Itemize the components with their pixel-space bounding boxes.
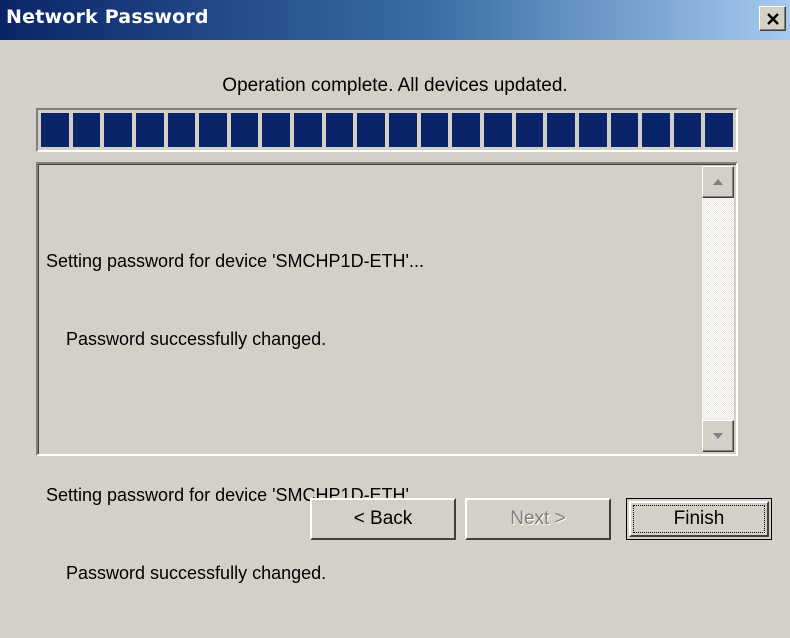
log-line: Setting password for device 'SMCHP1D-ETH… xyxy=(46,251,424,271)
progress-segment xyxy=(294,113,322,147)
log-text: Setting password for device 'SMCHP1D-ETH… xyxy=(46,196,696,638)
progress-segment xyxy=(483,113,512,147)
progress-segment xyxy=(547,113,575,147)
scroll-down-arrow-icon xyxy=(713,433,723,439)
log-line: Password successfully changed. xyxy=(46,563,327,583)
finish-button[interactable]: Finish xyxy=(626,498,772,540)
log-line: Password successfully changed. xyxy=(46,329,327,349)
scroll-up-arrow-icon xyxy=(713,179,723,185)
progress-segment xyxy=(452,113,480,147)
progress-segment xyxy=(135,113,164,147)
vertical-scrollbar[interactable] xyxy=(702,166,734,452)
progress-segment xyxy=(705,113,734,147)
close-icon xyxy=(766,12,779,25)
progress-segment xyxy=(673,113,702,147)
progress-bar xyxy=(36,108,738,152)
progress-segment xyxy=(72,113,101,147)
progress-segment xyxy=(578,113,607,147)
progress-segment xyxy=(515,113,544,147)
progress-segment xyxy=(389,113,417,147)
progress-segment xyxy=(610,113,639,147)
progress-segment xyxy=(642,113,670,147)
progress-segment xyxy=(357,113,386,147)
back-button[interactable]: < Back xyxy=(310,498,456,540)
progress-segment xyxy=(167,113,196,147)
scroll-down-button[interactable] xyxy=(702,420,734,452)
scroll-up-button[interactable] xyxy=(702,166,734,198)
progress-segment xyxy=(41,113,69,147)
title-bar: Network Password xyxy=(0,0,790,40)
window-title: Network Password xyxy=(6,6,209,28)
progress-segment xyxy=(420,113,449,147)
close-button[interactable] xyxy=(759,6,786,31)
next-button[interactable]: Next > xyxy=(465,498,611,540)
progress-segment xyxy=(199,113,227,147)
progress-segment xyxy=(325,113,354,147)
progress-segment xyxy=(262,113,291,147)
progress-segment xyxy=(104,113,132,147)
log-box[interactable]: Setting password for device 'SMCHP1D-ETH… xyxy=(36,162,738,583)
finish-button-label: Finish xyxy=(673,508,725,529)
status-message: Operation complete. All devices updated. xyxy=(222,75,568,96)
progress-segment xyxy=(230,113,259,147)
